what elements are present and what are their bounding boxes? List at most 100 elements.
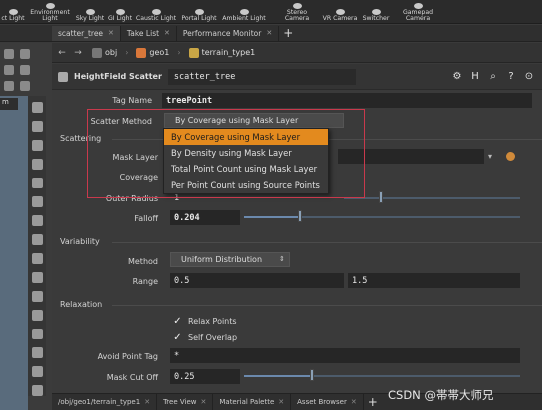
mask-cut-off-slider-handle[interactable]	[310, 369, 314, 381]
pin-icon[interactable]: ⊙	[522, 69, 536, 83]
sphere-icon[interactable]	[31, 158, 43, 170]
avoid-point-tag-input[interactable]: *	[170, 348, 520, 363]
falloff-slider-handle[interactable]	[298, 210, 302, 222]
close-icon[interactable]: ✕	[200, 398, 206, 406]
close-icon[interactable]: ✕	[164, 29, 170, 37]
add-tab-icon[interactable]: +	[279, 26, 297, 40]
shelf-vr-camera[interactable]: VR Camera	[320, 0, 360, 23]
houdini-window: ct Light Environment Light Sky Light GI …	[0, 0, 542, 410]
left-toolbar	[0, 45, 50, 95]
range-label: Range	[132, 277, 158, 286]
help-icon[interactable]: ?	[504, 69, 518, 83]
hierarchy-icon[interactable]: H	[468, 69, 482, 83]
tab-asset-browser[interactable]: Asset Browser ✕	[291, 394, 364, 410]
search-icon[interactable]: ⌕	[486, 69, 500, 83]
paint-icon[interactable]	[31, 366, 43, 378]
layer-picker-icon[interactable]	[506, 152, 515, 161]
close-icon[interactable]: ✕	[266, 29, 272, 37]
shelf-caustic-light[interactable]: Caustic Light	[134, 0, 178, 23]
viewport-tool-icon[interactable]	[4, 65, 14, 75]
close-icon[interactable]: ✕	[351, 398, 357, 406]
geo-icon	[136, 47, 147, 58]
viewport-tool-icon[interactable]	[20, 65, 30, 75]
shelf-switcher[interactable]: Switcher	[360, 0, 392, 23]
paint-icon[interactable]	[31, 385, 43, 396]
method-dropdown[interactable]: Uniform Distribution	[170, 252, 290, 267]
breadcrumb-node[interactable]: terrain_type1	[185, 46, 260, 60]
section-divider	[112, 242, 542, 243]
grid-icon[interactable]	[31, 196, 43, 208]
outer-radius-slider-handle[interactable]	[379, 191, 383, 203]
self-overlap-checkbox[interactable]: ✓	[172, 332, 183, 343]
viewport-side-toolbar	[28, 96, 46, 396]
node-icon	[188, 47, 199, 58]
outer-radius-slider[interactable]	[344, 197, 520, 199]
obj-icon	[92, 47, 102, 58]
tag-name-input[interactable]: treePoint	[162, 93, 532, 108]
add-tab-icon[interactable]: +	[364, 395, 382, 409]
chevron-down-icon[interactable]: ▾	[488, 152, 492, 161]
select-tool-icon[interactable]	[31, 102, 43, 113]
breadcrumb-separator: ›	[125, 48, 129, 57]
viewport-tool-icon[interactable]	[20, 81, 30, 91]
camera-icon	[292, 2, 302, 9]
display-icon[interactable]	[31, 139, 43, 151]
csdn-watermark: CSDN @帯帯大师兄	[388, 388, 494, 402]
shelf-ambient-light[interactable]: Ambient Light	[220, 0, 268, 23]
shelf-portal-light[interactable]: Portal Light	[178, 0, 220, 23]
falloff-input[interactable]: 0.204	[170, 210, 240, 225]
node-name-field[interactable]: scatter_tree	[167, 68, 356, 85]
back-arrow-icon[interactable]: ←	[56, 48, 68, 58]
header-icons: ⚙ H ⌕ ? ⊙	[450, 69, 536, 83]
tab-performance-monitor[interactable]: Performance Monitor ✕	[177, 25, 280, 41]
mask-cut-off-slider-fill	[244, 375, 312, 377]
mask-cut-off-label: Mask Cut Off	[106, 373, 158, 382]
self-overlap-label: Self Overlap	[188, 333, 238, 342]
viewport-tool-icon[interactable]	[4, 49, 14, 59]
shelf-sky-light[interactable]: Sky Light	[74, 0, 106, 23]
viewport-label[interactable]: m	[0, 98, 18, 110]
snap-icon[interactable]	[31, 271, 43, 283]
relax-points-checkbox[interactable]: ✓	[172, 316, 183, 327]
section-relaxation[interactable]: Relaxation	[60, 300, 102, 309]
parameter-header: HeightField Scatter scatter_tree ⚙ H ⌕ ?…	[52, 64, 542, 90]
viewport-edge[interactable]	[0, 96, 28, 410]
close-icon[interactable]: ✕	[144, 398, 150, 406]
sphere-icon[interactable]	[31, 177, 43, 189]
shelf-spot-light[interactable]: ct Light	[0, 0, 26, 23]
shelf-stereo-camera[interactable]: Stereo Camera	[282, 0, 312, 23]
tab-scatter-tree[interactable]: scatter_tree ✕	[52, 25, 121, 41]
snap-icon[interactable]	[31, 253, 43, 264]
grid-icon[interactable]	[31, 215, 43, 227]
shelf-environment-light[interactable]: Environment Light	[26, 0, 74, 23]
falloff-slider-fill	[244, 216, 300, 218]
mask-cut-off-input[interactable]: 0.25	[170, 369, 240, 384]
paint-icon[interactable]	[31, 309, 43, 321]
gear-icon[interactable]: ⚙	[450, 69, 464, 83]
range-min-input[interactable]: 0.5	[170, 273, 344, 288]
viewport-tool-icon[interactable]	[4, 81, 14, 91]
node-type-label: HeightField Scatter	[74, 72, 162, 81]
shelf-gi-light[interactable]: GI Light	[106, 0, 134, 23]
section-variability[interactable]: Variability	[60, 237, 100, 246]
paint-icon[interactable]	[31, 347, 43, 359]
lock-icon[interactable]	[31, 120, 43, 132]
breadcrumb-geo[interactable]: geo1	[132, 46, 173, 60]
snap-icon[interactable]	[31, 290, 43, 302]
method-label: Method	[127, 257, 158, 266]
tab-network-path[interactable]: /obj/geo1/terrain_type1 ✕	[52, 394, 158, 410]
close-icon[interactable]: ✕	[278, 398, 284, 406]
range-max-input[interactable]: 1.5	[348, 273, 520, 288]
forward-arrow-icon[interactable]: →	[72, 48, 84, 58]
breadcrumb-obj[interactable]: obj	[88, 46, 121, 60]
tab-take-list[interactable]: Take List ✕	[121, 25, 177, 41]
heightfield-icon	[58, 71, 68, 82]
viewport-tool-icon[interactable]	[20, 49, 30, 59]
grid-icon[interactable]	[31, 234, 43, 245]
paint-icon[interactable]	[31, 328, 43, 340]
tab-tree-view[interactable]: Tree View ✕	[157, 394, 214, 410]
tab-material-palette[interactable]: Material Palette ✕	[213, 394, 292, 410]
shelf-gamepad-camera[interactable]: Gamepad Camera	[400, 0, 436, 23]
close-icon[interactable]: ✕	[108, 29, 114, 37]
avoid-point-tag-label: Avoid Point Tag	[97, 352, 158, 361]
